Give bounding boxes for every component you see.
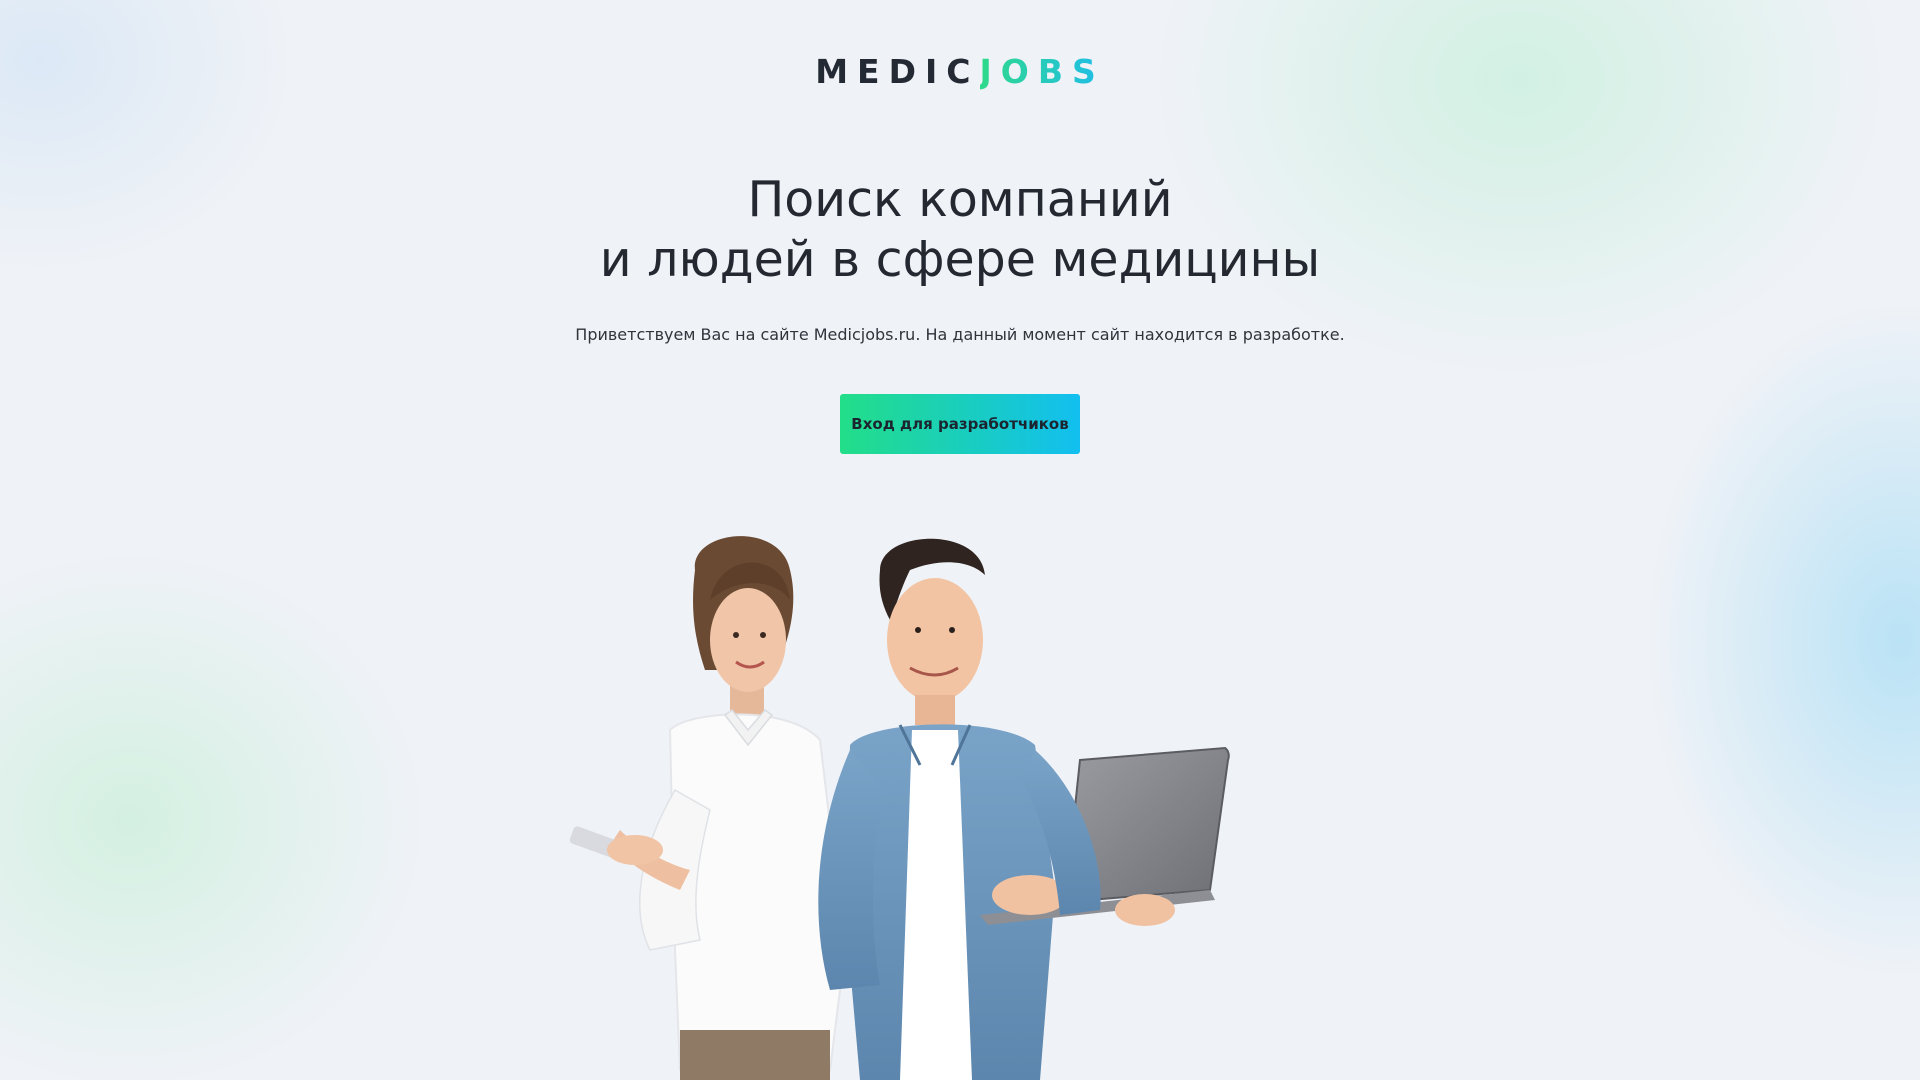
woman-figure (569, 536, 847, 1080)
page-title: Поиск компаний и людей в сфере медицины (0, 170, 1920, 290)
developer-login-button[interactable]: Вход для разработчиков (840, 394, 1080, 454)
title-line-1: Поиск компаний (747, 171, 1173, 228)
logo-text-medic: MEDIC (815, 52, 980, 91)
title-line-2: и людей в сфере медицины (599, 231, 1321, 288)
welcome-text: Приветствуем Вас на сайте Medicjobs.ru. … (575, 325, 1345, 344)
site-logo[interactable]: MEDICJOBS (0, 52, 1920, 91)
hero-illustration-people (569, 536, 1230, 1080)
logo-text-jobs: JOBS (979, 52, 1105, 91)
man-figure (818, 538, 1230, 1080)
